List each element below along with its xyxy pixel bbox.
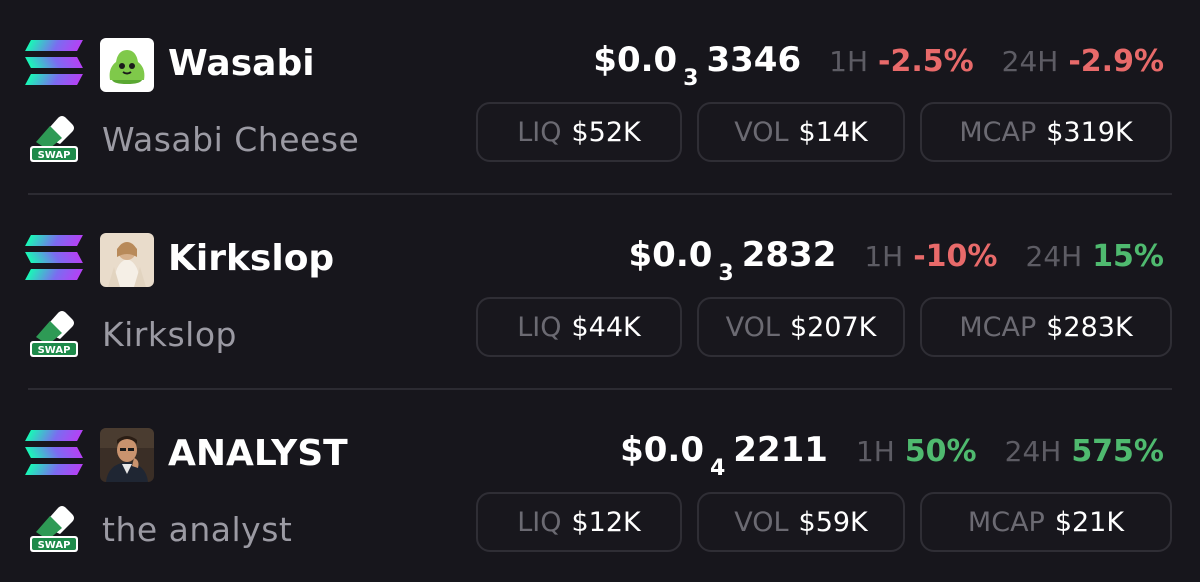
swap-eraser-icon[interactable]: SWAP xyxy=(28,502,80,554)
swap-eraser-icon[interactable]: SWAP xyxy=(28,112,80,164)
liquidity-pill: LIQ $52K xyxy=(476,102,682,162)
price-line: $0.0 3 2832 1H -10% 24H 15% xyxy=(628,235,1164,286)
solana-icon xyxy=(25,235,83,281)
change-1h: 50% xyxy=(904,434,977,469)
svg-text:SWAP: SWAP xyxy=(38,150,71,161)
timeframe-label: 1H xyxy=(864,240,904,273)
token-row[interactable]: ANALYST SWAP the analyst $0.0 4 2211 1H 50… xyxy=(0,392,1200,582)
green-slime-icon xyxy=(100,38,154,92)
token-name: Kirkslop xyxy=(102,315,237,354)
robed-figure-icon xyxy=(100,233,154,287)
token-price: $0.0 3 3346 xyxy=(593,40,802,91)
token-price: $0.0 4 2211 xyxy=(620,430,828,481)
price-zero-count: 3 xyxy=(718,261,734,286)
price-zero-count: 3 xyxy=(683,66,699,91)
token-row[interactable]: Wasabi SWAP Wasabi Cheese $0.0 3 3346 1H -… xyxy=(0,2,1200,192)
liquidity-pill: LIQ $12K xyxy=(476,492,682,552)
token-symbol: Wasabi xyxy=(168,43,315,84)
timeframe-label: 1H xyxy=(855,435,895,468)
change-24h: -2.9% xyxy=(1068,44,1164,79)
market-cap-pill: MCAP $283K xyxy=(920,297,1172,357)
price-line: $0.0 3 3346 1H -2.5% 24H -2.9% xyxy=(593,40,1164,91)
token-name: Wasabi Cheese xyxy=(102,120,360,159)
change-1h: -2.5% xyxy=(878,44,974,79)
market-cap-pill: MCAP $21K xyxy=(920,492,1172,552)
price-zero-count: 4 xyxy=(709,456,726,481)
market-cap-pill: MCAP $319K xyxy=(920,102,1172,162)
row-divider xyxy=(28,193,1172,195)
token-symbol: Kirkslop xyxy=(168,238,335,279)
token-price: $0.0 3 2832 xyxy=(628,235,837,286)
change-24h: 15% xyxy=(1092,239,1164,274)
timeframe-label: 24H xyxy=(1004,435,1062,468)
price-line: $0.0 4 2211 1H 50% 24H 575% xyxy=(620,430,1164,481)
man-portrait-icon xyxy=(100,428,154,482)
solana-icon xyxy=(25,430,83,476)
solana-icon xyxy=(25,40,83,86)
token-name: the analyst xyxy=(102,510,293,549)
row-divider xyxy=(28,388,1172,390)
timeframe-label: 24H xyxy=(1001,45,1059,78)
token-row[interactable]: Kirkslop SWAP Kirkslop $0.0 3 2832 1H -10%… xyxy=(0,197,1200,387)
svg-text:SWAP: SWAP xyxy=(38,540,71,551)
swap-eraser-icon[interactable]: SWAP xyxy=(28,307,80,359)
change-24h: 575% xyxy=(1071,434,1164,469)
token-symbol: ANALYST xyxy=(168,433,348,474)
volume-pill: VOL $59K xyxy=(697,492,905,552)
svg-text:SWAP: SWAP xyxy=(38,345,71,356)
volume-pill: VOL $207K xyxy=(697,297,905,357)
timeframe-label: 1H xyxy=(829,45,868,78)
volume-pill: VOL $14K xyxy=(697,102,905,162)
liquidity-pill: LIQ $44K xyxy=(476,297,682,357)
change-1h: -10% xyxy=(913,239,998,274)
timeframe-label: 24H xyxy=(1025,240,1083,273)
